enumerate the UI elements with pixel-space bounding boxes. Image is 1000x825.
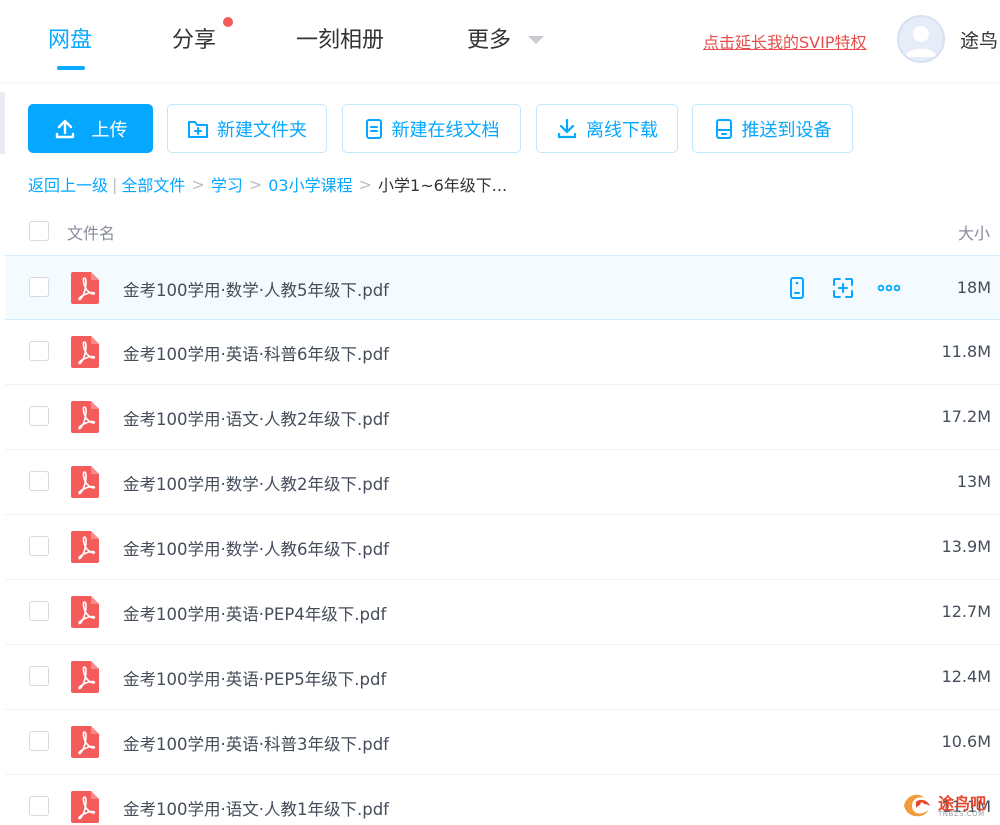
file-name[interactable]: 金考100学用·英语·PEP4年级下.pdf [123, 601, 386, 625]
table-row[interactable]: 金考100学用·数学·人教2年级下.pdf 13M [5, 450, 1000, 515]
breadcrumb-back[interactable]: 返回上一级 [28, 172, 108, 196]
svip-renew-link[interactable]: 点击延长我的SVIP特权 [703, 29, 866, 53]
file-size: 17.2M [941, 407, 991, 426]
pdf-file-icon [71, 401, 99, 433]
file-size: 18M [956, 278, 991, 297]
breadcrumb-level-1[interactable]: 学习 [211, 172, 243, 196]
pdf-file-icon [71, 596, 99, 628]
file-name[interactable]: 金考100学用·英语·PEP5年级下.pdf [123, 666, 386, 690]
file-size: 12.4M [941, 667, 991, 686]
breadcrumb-divider: | [112, 174, 118, 194]
row-checkbox[interactable] [29, 666, 49, 686]
column-header-name[interactable]: 文件名 [67, 220, 115, 244]
file-size: 12.7M [941, 602, 991, 621]
top-nav: 网盘 分享 一刻相册 更多 点击延长我的SVIP特权 途鸟 [0, 0, 1000, 82]
upload-button[interactable]: 上传 [28, 104, 153, 153]
row-checkbox[interactable] [29, 796, 49, 816]
sidebar-edge [0, 92, 5, 154]
file-name[interactable]: 金考100学用·数学·人教5年级下.pdf [123, 277, 389, 301]
tab-more[interactable]: 更多 [467, 22, 511, 54]
new-online-doc-label: 新建在线文档 [391, 119, 500, 141]
file-list-header: 文件名 大小 [0, 205, 1000, 255]
pdf-file-icon [71, 661, 99, 693]
chevron-down-icon[interactable] [528, 36, 544, 44]
breadcrumb-arrow: > [248, 174, 263, 194]
more-icon[interactable] [877, 276, 901, 300]
push-to-device-button[interactable]: 推送到设备 [692, 104, 853, 153]
file-name[interactable]: 金考100学用·英语·科普3年级下.pdf [123, 731, 389, 755]
device-icon [715, 118, 732, 139]
file-size: 13M [956, 472, 991, 491]
folder-plus-icon [188, 120, 208, 138]
row-checkbox[interactable] [29, 406, 49, 426]
pdf-file-icon [71, 272, 99, 304]
row-checkbox[interactable] [29, 601, 49, 621]
table-row[interactable]: 金考100学用·数学·人教6年级下.pdf 13.9M [5, 515, 1000, 580]
row-checkbox[interactable] [29, 471, 49, 491]
pdf-file-icon [71, 726, 99, 758]
file-size: 13.9M [941, 537, 991, 556]
file-name[interactable]: 金考100学用·数学·人教6年级下.pdf [123, 536, 389, 560]
row-checkbox[interactable] [29, 277, 49, 297]
table-row[interactable]: 金考100学用·英语·PEP5年级下.pdf 12.4M [5, 645, 1000, 710]
row-checkbox[interactable] [29, 536, 49, 556]
push-to-device-label: 推送到设备 [741, 119, 832, 141]
breadcrumb-level-2[interactable]: 03小学课程 [268, 172, 352, 196]
tab-album[interactable]: 一刻相册 [296, 22, 384, 54]
file-size: 11.8M [941, 342, 991, 361]
upload-label: 上传 [91, 119, 128, 141]
new-folder-button[interactable]: 新建文件夹 [167, 104, 327, 153]
file-size: 10.6M [941, 732, 991, 751]
pdf-file-icon [71, 531, 99, 563]
pdf-file-icon [71, 791, 99, 823]
breadcrumb-all-files[interactable]: 全部文件 [121, 172, 185, 196]
watermark-subtext: TNBZS.COM [938, 810, 985, 818]
table-row[interactable]: 金考100学用·英语·PEP4年级下.pdf 12.7M [5, 580, 1000, 645]
download-icon [557, 118, 577, 138]
breadcrumb-arrow: > [191, 174, 205, 194]
file-name[interactable]: 金考100学用·数学·人教2年级下.pdf [123, 471, 389, 495]
table-row[interactable]: 金考100学用·英语·科普3年级下.pdf 10.6M [5, 710, 1000, 775]
active-tab-indicator [57, 66, 85, 70]
avatar[interactable] [897, 15, 945, 63]
column-header-size[interactable]: 大小 [958, 220, 990, 244]
pdf-file-icon [71, 336, 99, 368]
notification-dot [223, 17, 233, 27]
select-all-checkbox[interactable] [29, 221, 49, 241]
file-name[interactable]: 金考100学用·语文·人教2年级下.pdf [123, 406, 389, 430]
new-online-doc-button[interactable]: 新建在线文档 [342, 104, 521, 153]
watermark-logo: 途鸟吧 TNBZS.COM [900, 786, 996, 822]
table-row[interactable]: 金考100学用·数学·人教5年级下.pdf 18M [5, 255, 1000, 320]
new-folder-label: 新建文件夹 [217, 119, 307, 141]
offline-download-label: 离线下载 [586, 119, 658, 141]
offline-download-button[interactable]: 离线下载 [536, 104, 678, 153]
phone-icon[interactable] [785, 276, 809, 300]
row-checkbox[interactable] [29, 341, 49, 361]
document-icon [365, 118, 382, 139]
file-name[interactable]: 金考100学用·语文·人教1年级下.pdf [123, 796, 389, 820]
share-icon[interactable] [831, 276, 855, 300]
user-avatar-icon [905, 26, 937, 57]
table-row[interactable]: 金考100学用·英语·科普6年级下.pdf 11.8M [5, 320, 1000, 385]
breadcrumb-arrow: > [358, 174, 373, 194]
breadcrumb-current: 小学1~6年级下... [378, 176, 508, 195]
table-row[interactable]: 金考100学用·语文·人教2年级下.pdf 17.2M [5, 385, 1000, 450]
table-row[interactable]: 金考100学用·语文·人教1年级下.pdf 11.1M [5, 775, 1000, 825]
upload-icon [55, 119, 74, 138]
tab-netdisk[interactable]: 网盘 [48, 22, 92, 54]
user-name[interactable]: 途鸟 [960, 26, 998, 53]
breadcrumb: 返回上一级 | 全部文件 > 学习 > 03小学课程 > 小学1~6年级下... [28, 172, 507, 196]
pdf-file-icon [71, 466, 99, 498]
tab-share[interactable]: 分享 [172, 22, 216, 54]
row-checkbox[interactable] [29, 731, 49, 751]
file-name[interactable]: 金考100学用·英语·科普6年级下.pdf [123, 341, 389, 365]
